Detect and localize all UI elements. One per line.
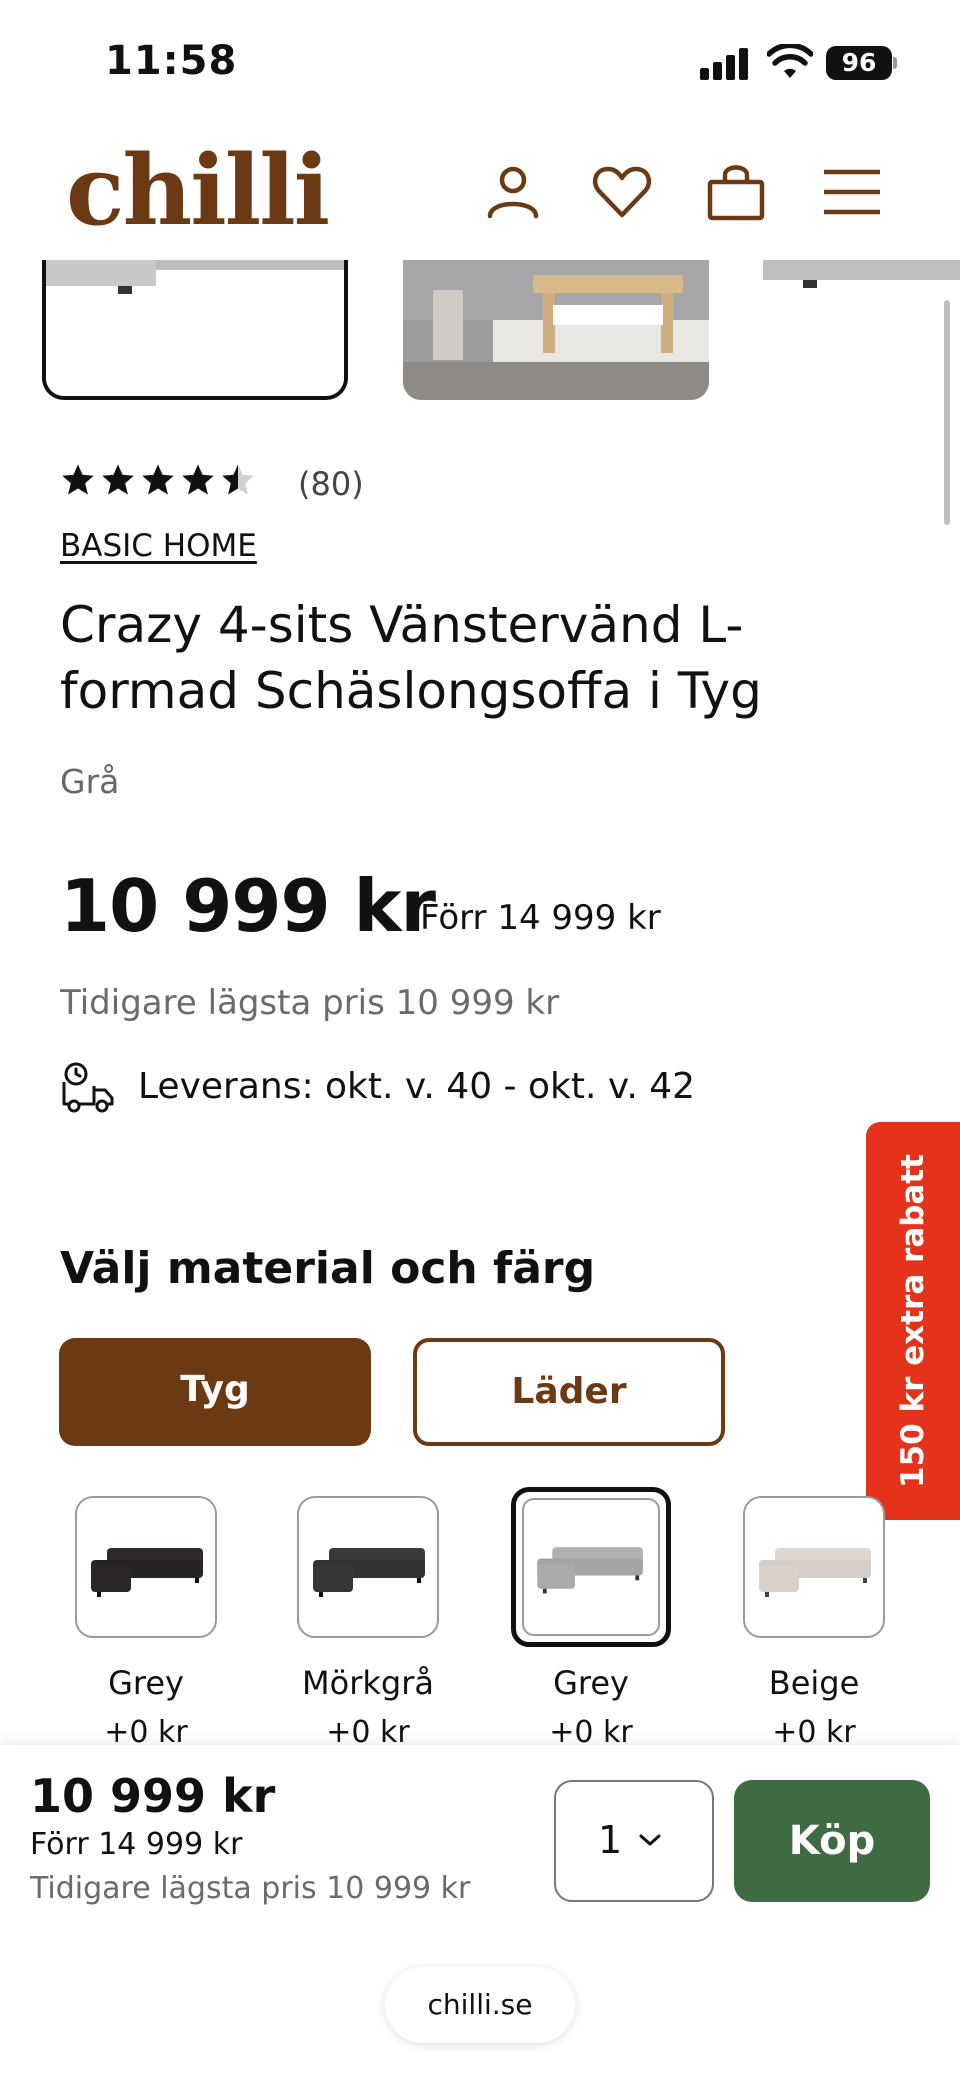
chilli-logo[interactable]: chilli	[66, 134, 330, 247]
color-swatch[interactable]	[297, 1496, 439, 1638]
bar-price: 10 999 kr	[30, 1769, 276, 1823]
chevron-down-icon	[639, 1834, 661, 1846]
site-header: chilli	[0, 120, 960, 260]
extra-discount-tab[interactable]: 150 kr extra rabatt	[866, 1122, 960, 1520]
browser-url-pill[interactable]: chilli.se	[385, 1967, 575, 2043]
swatch-name: Grey	[108, 1664, 184, 1702]
swatch-name: Mörkgrå	[302, 1664, 434, 1702]
wifi-icon	[767, 44, 813, 78]
bar-previous-price: Förr 14 999 kr	[30, 1827, 243, 1862]
rating-stars	[60, 462, 256, 502]
delivery-estimate: Leverans: okt. v. 40 - okt. v. 42	[138, 1066, 696, 1107]
swatch-name: Beige	[768, 1664, 860, 1702]
swatch-name: Grey	[553, 1664, 629, 1702]
sofa-image	[759, 1548, 871, 1597]
review-count[interactable]: (80)	[298, 465, 364, 503]
color-swatch[interactable]	[75, 1496, 217, 1638]
sofa-image	[313, 1548, 425, 1597]
account-icon[interactable]	[481, 160, 545, 224]
star-full-icon	[142, 464, 174, 495]
status-time: 11:58	[105, 38, 238, 84]
bar-lowest-price: Tidigare lägsta pris 10 999 kr	[30, 1871, 471, 1906]
star-full-icon	[182, 464, 214, 495]
cart-icon[interactable]	[704, 160, 768, 224]
gallery-thumbnail[interactable]	[403, 260, 709, 400]
image-gallery	[0, 260, 960, 405]
delivery-truck-icon	[62, 1062, 114, 1113]
status-bar: 11:58 96	[0, 0, 960, 120]
lowest-price-note: Tidigare lägsta pris 10 999 kr	[60, 983, 560, 1023]
material-section-title: Välj material och färg	[60, 1243, 596, 1294]
quantity-value: 1	[598, 1818, 623, 1862]
heart-icon[interactable]	[590, 160, 654, 224]
star-full-icon	[62, 464, 94, 495]
sticky-purchase-bar: 10 999 kr Förr 14 999 kr Tidigare lägsta…	[0, 1745, 960, 2078]
battery-tip	[893, 57, 897, 69]
page-scrollbar[interactable]	[944, 300, 950, 525]
sofa-image	[537, 1547, 643, 1594]
brand-link[interactable]: BASIC HOME	[60, 528, 257, 564]
sofa-image	[91, 1548, 203, 1597]
selected-swatch-inner	[522, 1498, 660, 1636]
star-full-icon	[102, 464, 134, 495]
battery-indicator: 96	[826, 46, 892, 80]
previous-price: Förr 14 999 kr	[420, 898, 661, 938]
product-price: 10 999 kr	[60, 864, 436, 948]
color-swatch[interactable]	[743, 1496, 885, 1638]
quantity-select[interactable]: 1	[554, 1780, 714, 1902]
product-color: Grå	[60, 762, 120, 801]
extra-discount-label: 150 kr extra rabatt	[895, 1154, 931, 1488]
star-half-icon	[222, 464, 254, 495]
material-option-lader[interactable]: Läder	[413, 1338, 725, 1446]
product-title: Crazy 4-sits Vänstervänd L-formad Schäsl…	[60, 596, 762, 720]
gallery-thumbnail[interactable]	[763, 260, 960, 400]
material-option-tyg[interactable]: Tyg	[59, 1338, 371, 1446]
color-swatch-selected[interactable]	[511, 1487, 671, 1647]
cellular-signal-icon	[700, 48, 750, 80]
buy-button[interactable]: Köp	[734, 1780, 930, 1902]
menu-icon[interactable]	[820, 160, 884, 224]
gallery-thumbnail-selected[interactable]	[42, 260, 348, 400]
